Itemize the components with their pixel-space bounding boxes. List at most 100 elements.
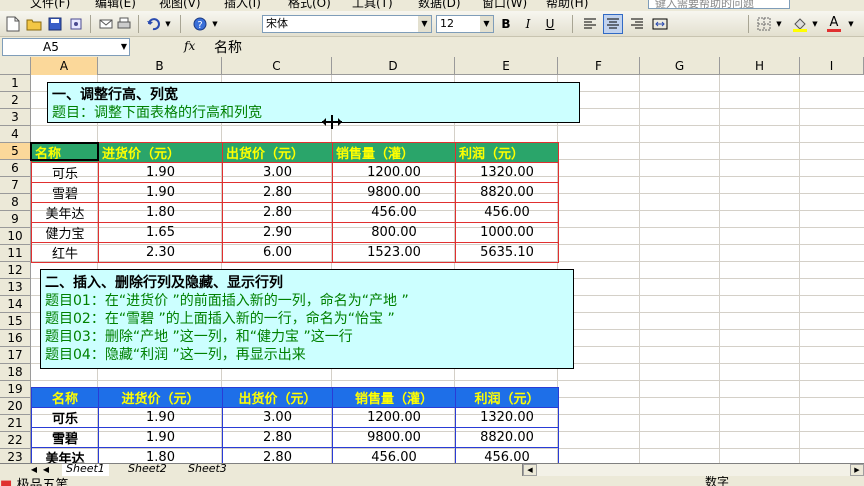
row-header-11[interactable]: 11 xyxy=(0,245,31,262)
help-icon[interactable]: ? xyxy=(190,14,210,34)
prev-sheet-icon[interactable]: ◀ xyxy=(40,464,52,476)
column-header-a[interactable]: A xyxy=(31,57,98,75)
select-all-corner[interactable] xyxy=(0,57,31,75)
row-header-20[interactable]: 20 xyxy=(0,398,31,415)
column-header-cell[interactable]: 进货价（元） xyxy=(98,387,223,408)
row-header-12[interactable]: 12 xyxy=(0,262,31,279)
more-buttons-icon[interactable]: ▼ xyxy=(210,14,220,34)
row-header-3[interactable]: 3 xyxy=(0,109,31,126)
value-cell[interactable]: 1.80 xyxy=(98,447,223,463)
menu-edit[interactable]: 编辑(E) xyxy=(95,0,136,10)
column-header-g[interactable]: G xyxy=(640,57,720,75)
bold-button[interactable]: B xyxy=(496,14,516,34)
merge-center-icon[interactable] xyxy=(650,14,670,34)
fill-color-dropdown-icon[interactable]: ▼ xyxy=(810,14,820,34)
cell-area[interactable]: 一、调整行高、列宽 题目：调整下面表格的行高和列宽 名称 进货价（元） 出货价（元）… xyxy=(30,75,864,463)
value-cell[interactable]: 2.80 xyxy=(222,182,333,203)
new-file-icon[interactable] xyxy=(3,14,23,34)
value-cell[interactable]: 6.00 xyxy=(222,242,333,263)
column-header-b[interactable]: B xyxy=(98,57,222,75)
value-cell[interactable]: 3.00 xyxy=(222,407,333,428)
column-header-e[interactable]: E xyxy=(455,57,558,75)
print-icon[interactable] xyxy=(114,14,134,34)
font-color-icon[interactable]: A xyxy=(824,14,844,34)
value-cell[interactable]: 3.00 xyxy=(222,162,333,183)
value-cell[interactable]: 2.90 xyxy=(222,222,333,243)
align-center-icon[interactable] xyxy=(603,14,623,34)
value-cell[interactable]: 456.00 xyxy=(332,202,456,223)
product-name-cell[interactable]: 美年达 xyxy=(31,202,99,223)
row-header-18[interactable]: 18 xyxy=(0,364,31,381)
row-header-17[interactable]: 17 xyxy=(0,347,31,364)
column-header-d[interactable]: D xyxy=(332,57,455,75)
value-cell[interactable]: 2.80 xyxy=(222,427,333,448)
scroll-right-icon[interactable]: ▶ xyxy=(850,464,864,476)
product-name-cell[interactable]: 美年达 xyxy=(31,447,99,463)
value-cell[interactable]: 1.90 xyxy=(98,162,223,183)
product-name-cell[interactable]: 可乐 xyxy=(31,407,99,428)
value-cell[interactable]: 1200.00 xyxy=(332,162,456,183)
open-folder-icon[interactable] xyxy=(24,14,44,34)
row-header-6[interactable]: 6 xyxy=(0,160,31,177)
value-cell[interactable]: 1320.00 xyxy=(455,162,559,183)
row-header-13[interactable]: 13 xyxy=(0,279,31,296)
row-header-1[interactable]: 1 xyxy=(0,75,31,92)
borders-dropdown-icon[interactable]: ▼ xyxy=(774,14,784,34)
row-header-23[interactable]: 23 xyxy=(0,449,31,463)
value-cell[interactable]: 8820.00 xyxy=(455,427,559,448)
ime-toolbar[interactable]: ■ 极品五笔 xyxy=(0,476,68,486)
horizontal-scrollbar[interactable]: ◀ ▶ xyxy=(522,464,864,476)
column-header-i[interactable]: I xyxy=(800,57,864,75)
value-cell[interactable]: 2.80 xyxy=(222,447,333,463)
row-header-7[interactable]: 7 xyxy=(0,177,31,194)
column-header-f[interactable]: F xyxy=(558,57,640,75)
value-cell[interactable]: 1.90 xyxy=(98,427,223,448)
value-cell[interactable]: 800.00 xyxy=(332,222,456,243)
column-header-h[interactable]: H xyxy=(720,57,800,75)
value-cell[interactable]: 1.90 xyxy=(98,407,223,428)
value-cell[interactable]: 2.30 xyxy=(98,242,223,263)
value-cell[interactable]: 1200.00 xyxy=(332,407,456,428)
permission-icon[interactable] xyxy=(66,14,86,34)
borders-icon[interactable] xyxy=(754,14,774,34)
help-search-input[interactable]: 键入需要帮助的问题 xyxy=(648,0,790,9)
value-cell[interactable]: 8820.00 xyxy=(455,182,559,203)
value-cell[interactable]: 1.80 xyxy=(98,202,223,223)
value-cell[interactable]: 1.65 xyxy=(98,222,223,243)
menu-window[interactable]: 窗口(W) xyxy=(482,0,527,10)
column-header-cell[interactable]: 进货价（元） xyxy=(98,142,223,163)
column-header-cell[interactable]: 出货价（元） xyxy=(222,142,333,163)
font-size-select[interactable]: 12 ▼ xyxy=(436,15,494,33)
row-header-5[interactable]: 5 xyxy=(0,143,31,160)
menu-insert[interactable]: 插入(I) xyxy=(224,0,261,10)
sheet-tab-3[interactable]: Sheet3 xyxy=(184,464,231,476)
menu-data[interactable]: 数据(D) xyxy=(418,0,461,10)
product-name-cell[interactable]: 雪碧 xyxy=(31,427,99,448)
undo-dropdown-icon[interactable]: ▼ xyxy=(163,14,173,34)
align-right-icon[interactable] xyxy=(627,14,647,34)
column-header-cell[interactable]: 销售量（灌） xyxy=(332,387,456,408)
column-header-cell[interactable]: 利润（元） xyxy=(455,142,559,163)
product-name-cell[interactable]: 雪碧 xyxy=(31,182,99,203)
value-cell[interactable]: 456.00 xyxy=(455,447,559,463)
column-header-cell[interactable]: 出货价（元） xyxy=(222,387,333,408)
menu-help[interactable]: 帮助(H) xyxy=(546,0,588,10)
product-name-cell[interactable]: 红牛 xyxy=(31,242,99,263)
column-header-c[interactable]: C xyxy=(222,57,332,75)
value-cell[interactable]: 2.80 xyxy=(222,202,333,223)
menu-tools[interactable]: 工具(T) xyxy=(352,0,393,10)
value-cell[interactable]: 1000.00 xyxy=(455,222,559,243)
sheet-tab-1[interactable]: Sheet1 xyxy=(62,464,109,476)
name-box[interactable]: A5 ▼ xyxy=(2,38,130,56)
value-cell[interactable]: 1523.00 xyxy=(332,242,456,263)
row-header-2[interactable]: 2 xyxy=(0,92,31,109)
row-header-15[interactable]: 15 xyxy=(0,313,31,330)
row-header-19[interactable]: 19 xyxy=(0,381,31,398)
product-name-cell[interactable]: 健力宝 xyxy=(31,222,99,243)
value-cell[interactable]: 5635.10 xyxy=(455,242,559,263)
font-color-dropdown-icon[interactable]: ▼ xyxy=(846,14,856,34)
column-header-cell[interactable]: 利润（元） xyxy=(455,387,559,408)
value-cell[interactable]: 456.00 xyxy=(332,447,456,463)
column-header-cell[interactable]: 销售量（灌） xyxy=(332,142,456,163)
section2-textbox[interactable]: 二、插入、删除行列及隐藏、显示行列 题目01：在“进货价 ”的前面插入新的一列，… xyxy=(40,269,574,369)
